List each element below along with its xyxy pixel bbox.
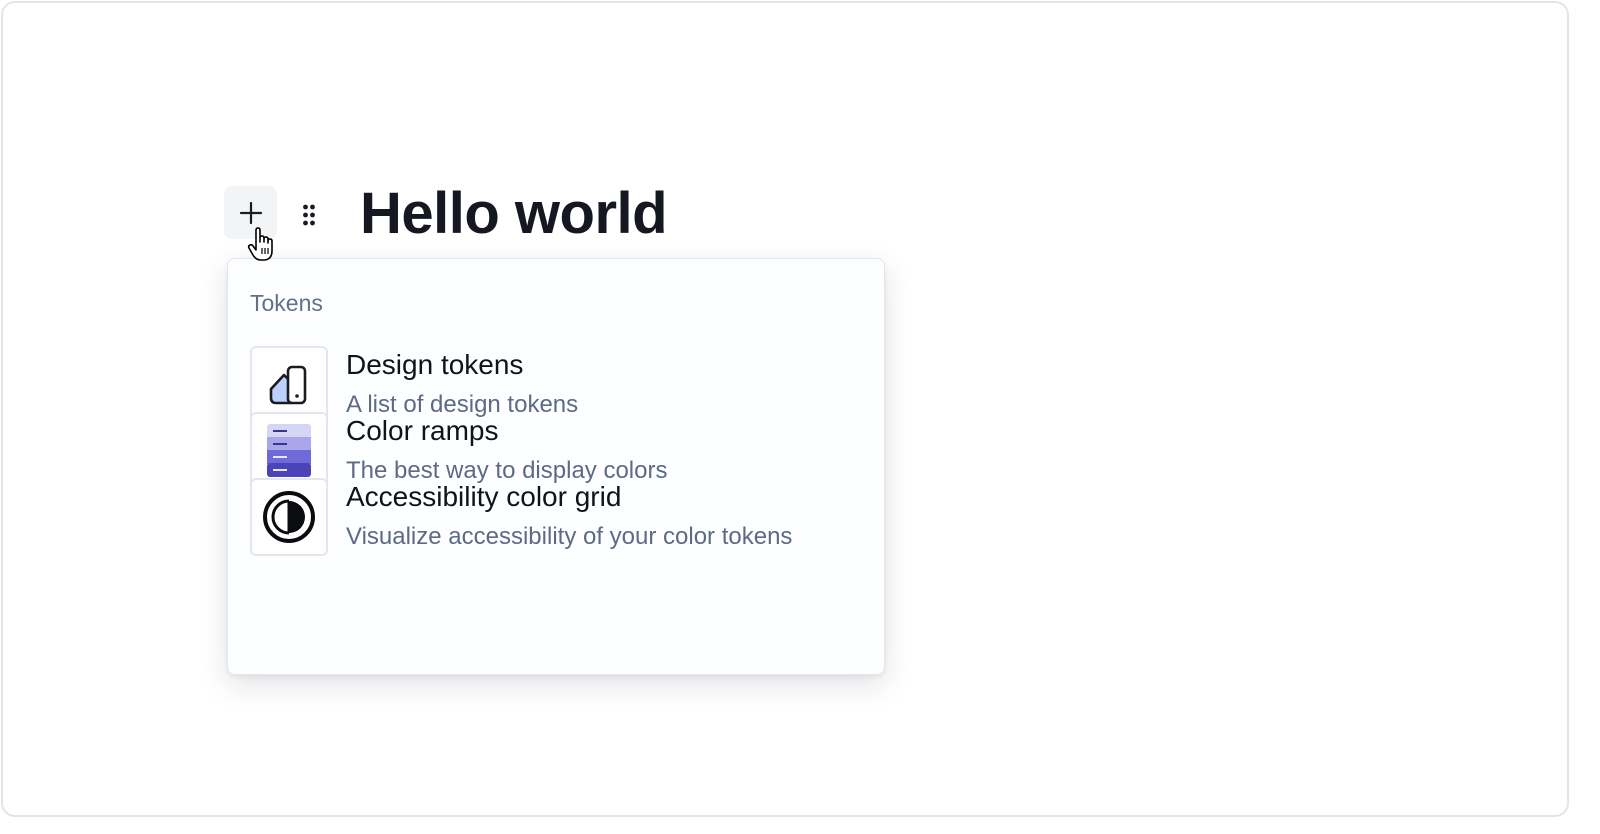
drag-dots-icon [303,204,315,226]
color-ramp-icon [267,424,311,477]
menu-item-title: Color ramps [346,415,499,446]
swatches-icon [269,365,307,405]
menu-item-title: Design tokens [346,349,524,380]
insert-block-menu: Tokens Design tokens A list of design to… [227,258,885,675]
page-title[interactable]: Hello world [360,179,668,249]
drag-handle-button[interactable] [302,203,316,227]
menu-item-accessibility-color-grid[interactable]: Accessibility color grid Visualize acces… [250,478,860,558]
menu-item-icon-box [250,478,328,556]
plus-icon [239,201,262,224]
menu-section-label: Tokens [250,290,323,316]
contrast-icon [263,491,315,543]
menu-item-title: Accessibility color grid [346,481,622,512]
menu-item-description: Visualize accessibility of your color to… [346,523,793,550]
hand-pointer-icon [247,227,279,263]
editor-canvas: Hello world Tokens Design tokens A list … [1,1,1569,817]
